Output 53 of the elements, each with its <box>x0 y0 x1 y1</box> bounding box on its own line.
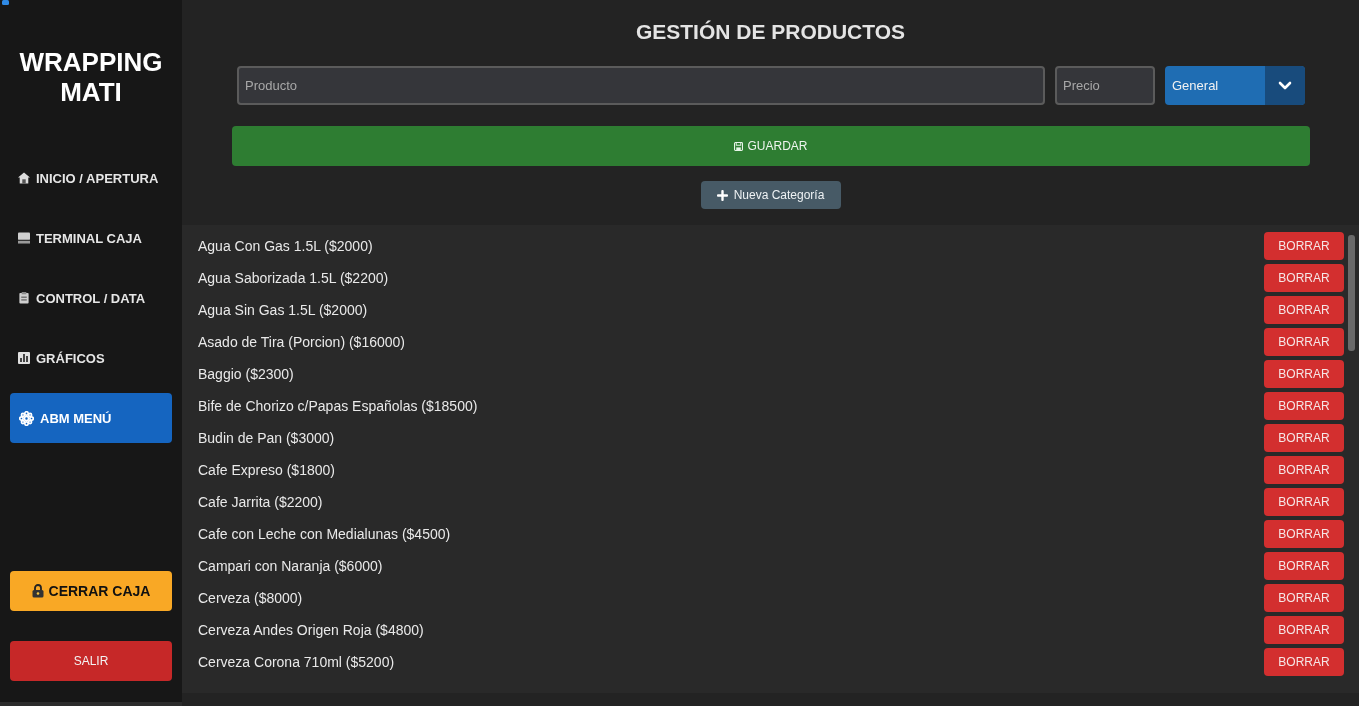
chevron-down-icon <box>1265 66 1305 105</box>
delete-button[interactable]: BORRAR <box>1264 584 1344 612</box>
delete-button[interactable]: BORRAR <box>1264 328 1344 356</box>
delete-button[interactable]: BORRAR <box>1264 232 1344 260</box>
clipboard-icon <box>18 292 30 304</box>
product-name: Cafe Expreso ($1800) <box>198 462 335 478</box>
product-name: Campari con Naranja ($6000) <box>198 558 383 574</box>
brand-title: WRAPPING MATI <box>18 47 164 107</box>
delete-button[interactable]: BORRAR <box>1264 648 1344 676</box>
save-button[interactable]: GUARDAR <box>232 126 1310 166</box>
product-name: Agua Con Gas 1.5L ($2000) <box>198 238 373 254</box>
product-name: Cerveza ($8000) <box>198 590 303 606</box>
bar-chart-icon <box>18 352 30 364</box>
delete-button[interactable]: BORRAR <box>1264 456 1344 484</box>
nav-item[interactable]: TERMINAL CAJA <box>10 213 172 263</box>
delete-button[interactable]: BORRAR <box>1264 424 1344 452</box>
product-name: Cafe con Leche con Medialunas ($4500) <box>198 526 451 542</box>
product-name: Bife de Chorizo c/Papas Españolas ($18500) <box>198 398 478 414</box>
delete-button[interactable]: BORRAR <box>1264 264 1344 292</box>
delete-button[interactable]: BORRAR <box>1264 520 1344 548</box>
product-name: Cerveza Andes Origen Roja ($4800) <box>198 622 424 638</box>
exit-button[interactable]: SALIR <box>10 641 172 681</box>
delete-button[interactable]: BORRAR <box>1264 616 1344 644</box>
product-name: Cafe Jarrita ($2200) <box>198 494 323 510</box>
delete-button[interactable]: BORRAR <box>1264 296 1344 324</box>
product-name: Asado de Tira (Porcion) ($16000) <box>198 334 405 350</box>
app-icon <box>2 0 9 5</box>
nav-item[interactable]: ABM MENÚ <box>10 393 172 443</box>
house-icon <box>18 172 30 184</box>
delete-button[interactable]: BORRAR <box>1264 488 1344 516</box>
monitor-icon <box>18 232 30 244</box>
price-field[interactable]: Precio <box>1055 66 1155 105</box>
product-name: Agua Saborizada 1.5L ($2200) <box>198 270 389 286</box>
lock-icon <box>31 584 44 598</box>
nav-item[interactable]: INICIO / APERTURA <box>10 153 172 203</box>
plus-icon <box>716 189 728 201</box>
close-register-button[interactable]: CERRAR CAJA <box>10 571 172 611</box>
delete-button[interactable]: BORRAR <box>1264 392 1344 420</box>
product-field[interactable]: Producto <box>237 66 1045 105</box>
product-name: Baggio ($2300) <box>198 366 294 382</box>
nav-item[interactable]: CONTROL / DATA <box>10 273 172 323</box>
delete-button[interactable]: BORRAR <box>1264 552 1344 580</box>
category-select[interactable]: General <box>1165 66 1305 105</box>
new-category-button[interactable]: Nueva Categoría <box>700 181 841 209</box>
product-name: Agua Sin Gas 1.5L ($2000) <box>198 302 368 318</box>
gear-icon <box>19 410 34 426</box>
delete-button[interactable]: BORRAR <box>1264 360 1344 388</box>
product-name: Budin de Pan ($3000) <box>198 430 335 446</box>
scrollbar-thumb[interactable] <box>1348 235 1355 351</box>
nav-item[interactable]: GRÁFICOS <box>10 333 172 383</box>
page-title: GESTIÓN DE PRODUCTOS <box>634 19 907 45</box>
product-name: Cerveza Corona 710ml ($5200) <box>198 654 395 670</box>
save-icon <box>734 141 744 151</box>
